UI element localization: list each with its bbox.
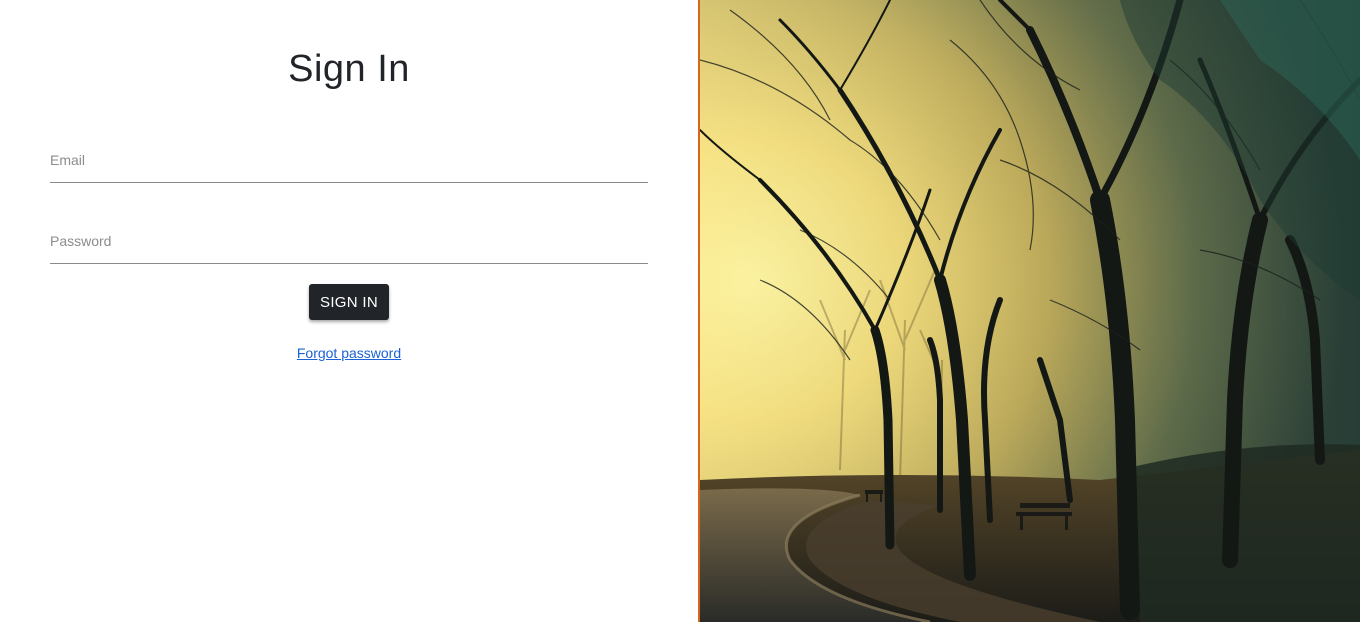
password-field-wrapper	[50, 231, 648, 264]
email-field-wrapper	[50, 150, 648, 183]
park-illustration	[700, 0, 1360, 622]
email-field[interactable]	[50, 150, 648, 183]
forgot-password-container: Forgot password	[0, 345, 698, 361]
signin-page: Sign In SIGN IN Forgot password	[0, 0, 1360, 622]
signin-form-panel: Sign In SIGN IN Forgot password	[0, 0, 698, 622]
park-trees-photo	[700, 0, 1360, 622]
sign-in-button[interactable]: SIGN IN	[309, 284, 389, 320]
password-field[interactable]	[50, 231, 648, 264]
page-title: Sign In	[288, 48, 410, 90]
forgot-password-link[interactable]: Forgot password	[297, 345, 401, 361]
